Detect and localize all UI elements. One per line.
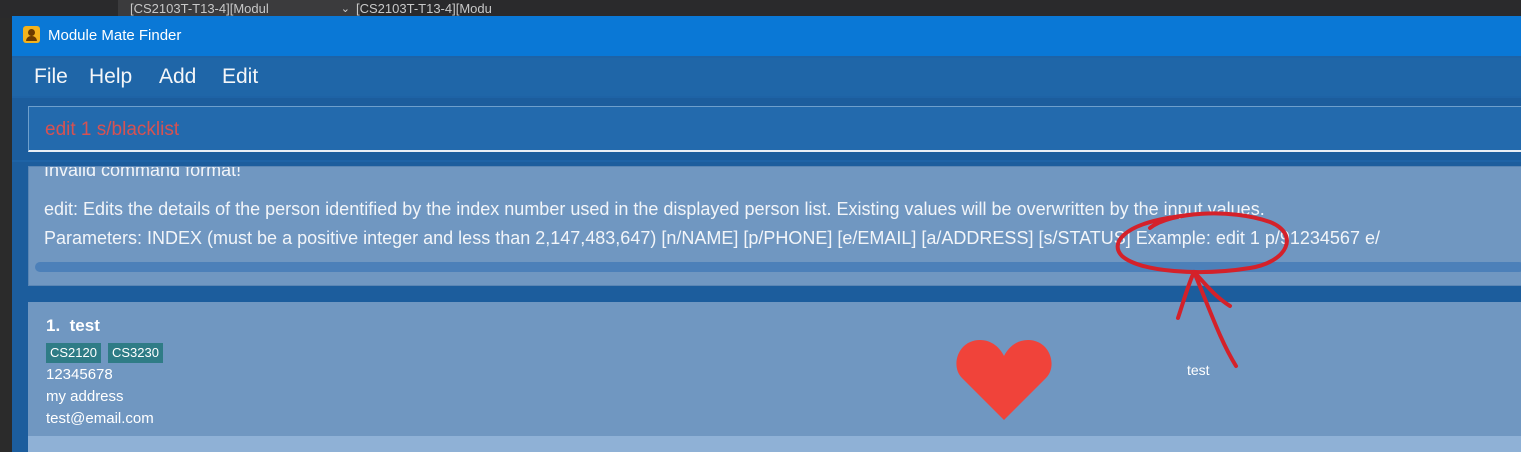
menu-bar: File Help Add Edit bbox=[12, 58, 1521, 96]
horizontal-scrollbar[interactable] bbox=[35, 262, 1521, 272]
browser-tab-label: [CS2103T-T13-4][Modul bbox=[130, 1, 269, 16]
window-title: Module Mate Finder bbox=[48, 27, 182, 44]
person-name: 1. test bbox=[46, 316, 100, 336]
person-address: my address bbox=[46, 388, 124, 405]
command-input-value: edit 1 s/blacklist bbox=[45, 119, 180, 140]
menu-file[interactable]: File bbox=[34, 58, 68, 96]
result-line: edit: Edits the details of the person id… bbox=[44, 199, 1265, 219]
tag: CS2120 bbox=[46, 343, 101, 363]
person-phone: 12345678 bbox=[46, 366, 113, 383]
browser-tab-label: [CS2103T-T13-4][Modu bbox=[356, 1, 492, 16]
result-line: Invalid command format! bbox=[44, 166, 242, 180]
person-status: test bbox=[1187, 362, 1210, 378]
command-input[interactable]: edit 1 s/blacklist bbox=[28, 106, 1521, 152]
heart-icon bbox=[956, 340, 1052, 420]
app-icon bbox=[23, 26, 40, 43]
menu-add[interactable]: Add bbox=[159, 58, 196, 96]
result-panel: Invalid command format! edit: Edits the … bbox=[12, 162, 1521, 292]
command-bar: edit 1 s/blacklist bbox=[12, 98, 1521, 160]
result-line: Parameters: INDEX (must be a positive in… bbox=[44, 228, 1380, 248]
menu-help[interactable]: Help bbox=[89, 58, 132, 96]
person-card[interactable] bbox=[28, 436, 1521, 452]
person-card[interactable]: 1. test CS2120 CS3230 12345678 my address… bbox=[28, 302, 1521, 436]
tag: CS3230 bbox=[107, 343, 163, 363]
title-bar[interactable]: Module Mate Finder bbox=[12, 16, 1521, 56]
result-display[interactable]: Invalid command format! edit: Edits the … bbox=[28, 166, 1521, 286]
person-index: 1. bbox=[46, 316, 61, 335]
person-list: 1. test CS2120 CS3230 12345678 my address… bbox=[12, 292, 1521, 452]
tag-list: CS2120 CS3230 bbox=[46, 343, 170, 363]
person-email: test@email.com bbox=[46, 410, 154, 427]
person-name-text: test bbox=[69, 316, 100, 335]
menu-edit[interactable]: Edit bbox=[222, 58, 258, 96]
app-window: Module Mate Finder File Help Add Edit ed… bbox=[12, 16, 1521, 452]
